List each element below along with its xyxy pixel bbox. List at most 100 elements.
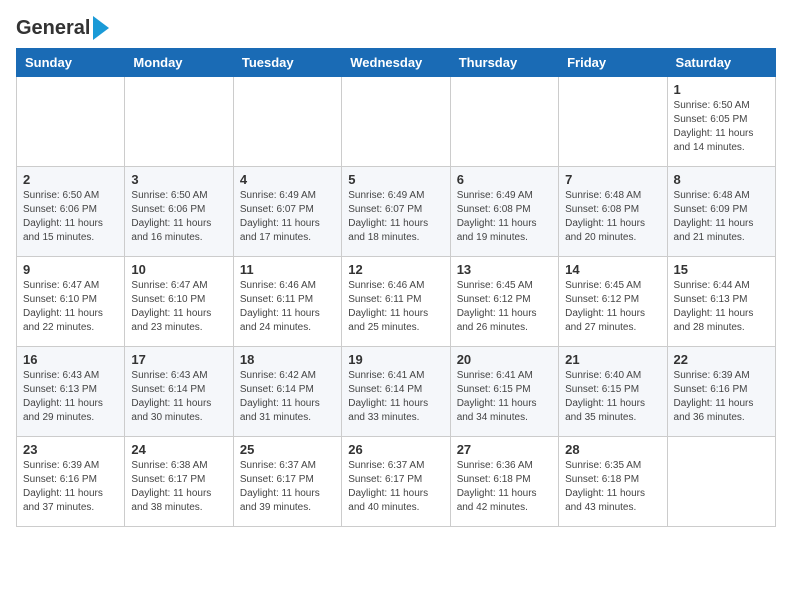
- column-header-tuesday: Tuesday: [233, 49, 341, 77]
- day-number: 19: [348, 352, 443, 367]
- day-number: 15: [674, 262, 769, 277]
- page-header: General: [16, 16, 776, 36]
- calendar-day-19: 19 Sunrise: 6:41 AM Sunset: 6:14 PM Dayli…: [342, 347, 450, 437]
- calendar-day-10: 10Sunrise: 6:47 AM Sunset: 6:10 PM Dayli…: [125, 257, 233, 347]
- day-info: Sunrise: 6:42 AM Sunset: 6:14 PM Dayligh…: [240, 369, 335, 425]
- calendar-day-4: 4 Sunrise: 6:49 AM Sunset: 6:07 PM Daylig…: [233, 167, 341, 257]
- day-info: Sunrise: 6:48 AM Sunset: 6:09 PM Dayligh…: [674, 189, 769, 245]
- calendar-week-row: 23 Sunrise: 6:39 AM Sunset: 6:16 PM Dayli…: [17, 437, 776, 527]
- day-number: 3: [131, 172, 226, 187]
- calendar-day-11: 11 Sunrise: 6:46 AM Sunset: 6:11 PM Dayli…: [233, 257, 341, 347]
- day-info: Sunrise: 6:46 AM Sunset: 6:11 PM Dayligh…: [240, 279, 335, 335]
- day-number: 28: [565, 442, 660, 457]
- calendar-day-9: 9 Sunrise: 6:47 AM Sunset: 6:10 PM Daylig…: [17, 257, 125, 347]
- calendar-day-5: 5 Sunrise: 6:49 AM Sunset: 6:07 PM Daylig…: [342, 167, 450, 257]
- logo-arrow-icon: [93, 16, 109, 40]
- day-number: 14: [565, 262, 660, 277]
- calendar-day-6: 6 Sunrise: 6:49 AM Sunset: 6:08 PM Daylig…: [450, 167, 558, 257]
- calendar-week-row: 9 Sunrise: 6:47 AM Sunset: 6:10 PM Daylig…: [17, 257, 776, 347]
- calendar-day-26: 26 Sunrise: 6:37 AM Sunset: 6:17 PM Dayli…: [342, 437, 450, 527]
- calendar-day-27: 27 Sunrise: 6:36 AM Sunset: 6:18 PM Dayli…: [450, 437, 558, 527]
- day-info: Sunrise: 6:43 AM Sunset: 6:13 PM Dayligh…: [23, 369, 118, 425]
- calendar-day-18: 18 Sunrise: 6:42 AM Sunset: 6:14 PM Dayli…: [233, 347, 341, 437]
- day-info: Sunrise: 6:39 AM Sunset: 6:16 PM Dayligh…: [23, 459, 118, 515]
- calendar-empty-cell: [667, 437, 775, 527]
- day-number: 6: [457, 172, 552, 187]
- calendar-empty-cell: [342, 77, 450, 167]
- day-info: Sunrise: 6:41 AM Sunset: 6:14 PM Dayligh…: [348, 369, 443, 425]
- calendar-week-row: 16Sunrise: 6:43 AM Sunset: 6:13 PM Dayli…: [17, 347, 776, 437]
- calendar-day-25: 25Sunrise: 6:37 AM Sunset: 6:17 PM Dayli…: [233, 437, 341, 527]
- day-number: 12: [348, 262, 443, 277]
- day-info: Sunrise: 6:49 AM Sunset: 6:07 PM Dayligh…: [348, 189, 443, 245]
- day-number: 26: [348, 442, 443, 457]
- day-info: Sunrise: 6:49 AM Sunset: 6:08 PM Dayligh…: [457, 189, 552, 245]
- day-info: Sunrise: 6:50 AM Sunset: 6:06 PM Dayligh…: [131, 189, 226, 245]
- day-info: Sunrise: 6:49 AM Sunset: 6:07 PM Dayligh…: [240, 189, 335, 245]
- calendar-day-8: 8 Sunrise: 6:48 AM Sunset: 6:09 PM Daylig…: [667, 167, 775, 257]
- day-info: Sunrise: 6:38 AM Sunset: 6:17 PM Dayligh…: [131, 459, 226, 515]
- day-number: 23: [23, 442, 118, 457]
- calendar-empty-cell: [125, 77, 233, 167]
- day-info: Sunrise: 6:46 AM Sunset: 6:11 PM Dayligh…: [348, 279, 443, 335]
- day-info: Sunrise: 6:35 AM Sunset: 6:18 PM Dayligh…: [565, 459, 660, 515]
- calendar-day-22: 22 Sunrise: 6:39 AM Sunset: 6:16 PM Dayli…: [667, 347, 775, 437]
- column-header-wednesday: Wednesday: [342, 49, 450, 77]
- calendar-day-21: 21 Sunrise: 6:40 AM Sunset: 6:15 PM Dayli…: [559, 347, 667, 437]
- logo-general: General: [16, 17, 90, 40]
- day-number: 24: [131, 442, 226, 457]
- day-info: Sunrise: 6:45 AM Sunset: 6:12 PM Dayligh…: [565, 279, 660, 335]
- calendar-week-row: 2 Sunrise: 6:50 AM Sunset: 6:06 PM Daylig…: [17, 167, 776, 257]
- day-number: 4: [240, 172, 335, 187]
- calendar-day-28: 28 Sunrise: 6:35 AM Sunset: 6:18 PM Dayli…: [559, 437, 667, 527]
- day-info: Sunrise: 6:39 AM Sunset: 6:16 PM Dayligh…: [674, 369, 769, 425]
- day-number: 11: [240, 262, 335, 277]
- day-info: Sunrise: 6:44 AM Sunset: 6:13 PM Dayligh…: [674, 279, 769, 335]
- calendar-day-7: 7Sunrise: 6:48 AM Sunset: 6:08 PM Daylig…: [559, 167, 667, 257]
- calendar-day-15: 15 Sunrise: 6:44 AM Sunset: 6:13 PM Dayli…: [667, 257, 775, 347]
- day-number: 22: [674, 352, 769, 367]
- day-number: 21: [565, 352, 660, 367]
- day-number: 2: [23, 172, 118, 187]
- calendar-day-3: 3 Sunrise: 6:50 AM Sunset: 6:06 PM Daylig…: [125, 167, 233, 257]
- calendar-empty-cell: [559, 77, 667, 167]
- calendar-day-2: 2 Sunrise: 6:50 AM Sunset: 6:06 PM Daylig…: [17, 167, 125, 257]
- day-info: Sunrise: 6:50 AM Sunset: 6:05 PM Dayligh…: [674, 99, 769, 155]
- day-number: 27: [457, 442, 552, 457]
- calendar-header-row: SundayMondayTuesdayWednesdayThursdayFrid…: [17, 49, 776, 77]
- day-number: 20: [457, 352, 552, 367]
- calendar-empty-cell: [450, 77, 558, 167]
- day-number: 5: [348, 172, 443, 187]
- calendar-day-24: 24 Sunrise: 6:38 AM Sunset: 6:17 PM Dayli…: [125, 437, 233, 527]
- calendar-week-row: 1Sunrise: 6:50 AM Sunset: 6:05 PM Daylig…: [17, 77, 776, 167]
- day-number: 9: [23, 262, 118, 277]
- calendar-empty-cell: [233, 77, 341, 167]
- calendar-table: SundayMondayTuesdayWednesdayThursdayFrid…: [16, 48, 776, 527]
- day-info: Sunrise: 6:41 AM Sunset: 6:15 PM Dayligh…: [457, 369, 552, 425]
- column-header-friday: Friday: [559, 49, 667, 77]
- day-info: Sunrise: 6:36 AM Sunset: 6:18 PM Dayligh…: [457, 459, 552, 515]
- calendar-day-12: 12 Sunrise: 6:46 AM Sunset: 6:11 PM Dayli…: [342, 257, 450, 347]
- day-info: Sunrise: 6:40 AM Sunset: 6:15 PM Dayligh…: [565, 369, 660, 425]
- day-info: Sunrise: 6:43 AM Sunset: 6:14 PM Dayligh…: [131, 369, 226, 425]
- day-info: Sunrise: 6:48 AM Sunset: 6:08 PM Dayligh…: [565, 189, 660, 245]
- day-number: 17: [131, 352, 226, 367]
- calendar-empty-cell: [17, 77, 125, 167]
- day-info: Sunrise: 6:37 AM Sunset: 6:17 PM Dayligh…: [240, 459, 335, 515]
- column-header-saturday: Saturday: [667, 49, 775, 77]
- calendar-day-17: 17 Sunrise: 6:43 AM Sunset: 6:14 PM Dayli…: [125, 347, 233, 437]
- calendar-day-23: 23 Sunrise: 6:39 AM Sunset: 6:16 PM Dayli…: [17, 437, 125, 527]
- day-info: Sunrise: 6:50 AM Sunset: 6:06 PM Dayligh…: [23, 189, 118, 245]
- calendar-day-1: 1Sunrise: 6:50 AM Sunset: 6:05 PM Daylig…: [667, 77, 775, 167]
- day-info: Sunrise: 6:45 AM Sunset: 6:12 PM Dayligh…: [457, 279, 552, 335]
- day-number: 8: [674, 172, 769, 187]
- column-header-monday: Monday: [125, 49, 233, 77]
- column-header-sunday: Sunday: [17, 49, 125, 77]
- calendar-day-13: 13Sunrise: 6:45 AM Sunset: 6:12 PM Dayli…: [450, 257, 558, 347]
- day-info: Sunrise: 6:47 AM Sunset: 6:10 PM Dayligh…: [23, 279, 118, 335]
- day-info: Sunrise: 6:37 AM Sunset: 6:17 PM Dayligh…: [348, 459, 443, 515]
- day-info: Sunrise: 6:47 AM Sunset: 6:10 PM Dayligh…: [131, 279, 226, 335]
- column-header-thursday: Thursday: [450, 49, 558, 77]
- calendar-day-20: 20 Sunrise: 6:41 AM Sunset: 6:15 PM Dayli…: [450, 347, 558, 437]
- day-number: 18: [240, 352, 335, 367]
